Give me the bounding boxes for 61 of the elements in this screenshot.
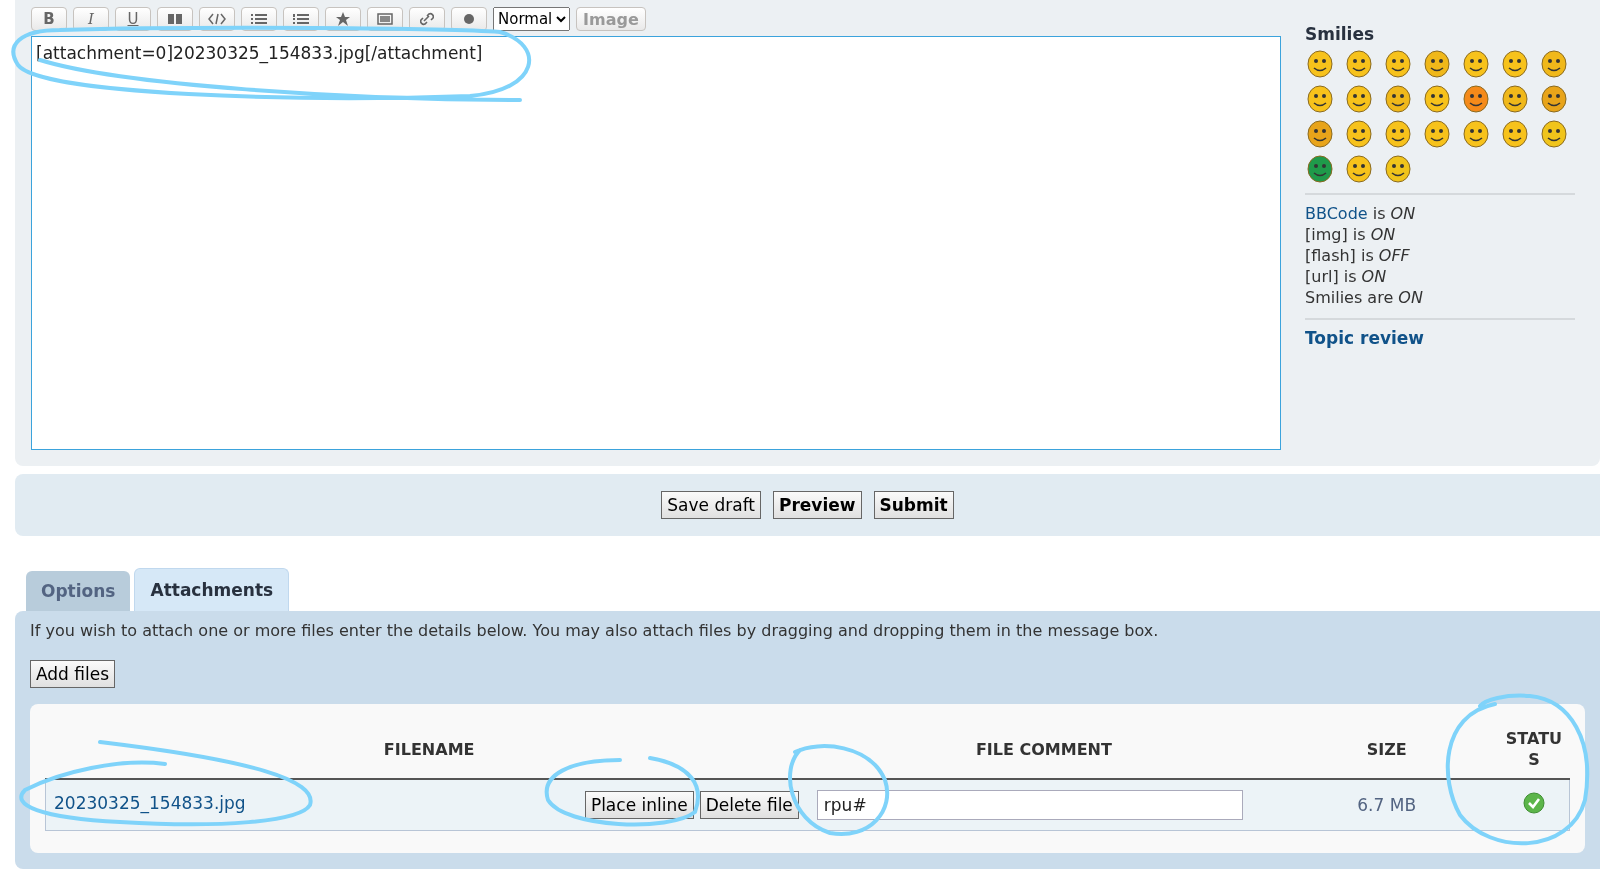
form-button[interactable]: Save draft xyxy=(661,491,761,519)
code-icon xyxy=(208,13,226,25)
add-files-button[interactable]: Add files xyxy=(30,660,116,688)
smiley-icon[interactable] xyxy=(1502,85,1528,113)
smiley-icon[interactable] xyxy=(1385,120,1411,148)
bold-button[interactable]: B xyxy=(31,7,67,31)
smiley-icon[interactable] xyxy=(1307,85,1333,113)
attachments-description: If you wish to attach one or more files enter the details below. You may also attach files by dragging and dropping them in the message box. xyxy=(30,621,1160,640)
setting-status: [url] is ON xyxy=(1305,267,1387,286)
smiley-icon[interactable] xyxy=(1424,120,1450,148)
smiley-icon[interactable] xyxy=(1463,120,1489,148)
smiley-icon[interactable] xyxy=(1307,155,1333,183)
smiley-icon[interactable] xyxy=(1307,50,1333,78)
dot-icon xyxy=(463,13,475,25)
smilies-heading: Smilies xyxy=(1305,24,1376,44)
tab[interactable]: Attachments xyxy=(134,568,290,611)
smiley-icon[interactable] xyxy=(1307,120,1333,148)
smiley-icon[interactable] xyxy=(1541,120,1567,148)
filename-link[interactable]: 20230325_154833.jpg xyxy=(54,793,246,813)
smiley-icon[interactable] xyxy=(1346,120,1372,148)
setting-status: [img] is ON xyxy=(1305,225,1396,244)
delete-file-button[interactable]: Delete file xyxy=(699,791,799,819)
numbered-list-icon xyxy=(292,13,310,25)
smiley-icon[interactable] xyxy=(1502,50,1528,78)
form-button[interactable]: Preview xyxy=(773,491,862,519)
column-header: FILENAME xyxy=(383,739,475,759)
smiley-icon[interactable] xyxy=(1463,85,1489,113)
setting-status: is ON xyxy=(1371,204,1416,223)
list-icon xyxy=(250,13,268,25)
column-header: FILE COMMENT xyxy=(975,739,1112,759)
smiley-icon[interactable] xyxy=(1346,85,1372,113)
smiley-icon[interactable] xyxy=(1502,120,1528,148)
quote-icon xyxy=(167,13,183,25)
success-check-icon xyxy=(1522,792,1545,814)
smiley-icon[interactable] xyxy=(1541,50,1567,78)
color-button[interactable] xyxy=(451,7,487,31)
form-button[interactable]: Submit xyxy=(873,491,954,519)
smiley-icon[interactable] xyxy=(1346,155,1372,183)
setting-status: Smilies are ON xyxy=(1305,288,1423,307)
setting-status: [flash] is OFF xyxy=(1305,246,1410,265)
smiley-icon[interactable] xyxy=(1385,155,1411,183)
smiley-icon[interactable] xyxy=(1463,50,1489,78)
bbcode-link[interactable]: BBCode xyxy=(1305,204,1368,223)
link-icon xyxy=(420,12,434,26)
topic-review-link[interactable]: Topic review xyxy=(1305,328,1425,348)
file-size: 6.7 MB xyxy=(1357,795,1417,815)
image-icon xyxy=(377,13,393,25)
smiley-icon[interactable] xyxy=(1385,50,1411,78)
smiley-icon[interactable] xyxy=(1424,85,1450,113)
column-header: STATUS xyxy=(1504,728,1564,770)
smiley-icon[interactable] xyxy=(1385,85,1411,113)
smiley-icon[interactable] xyxy=(1346,50,1372,78)
smiley-icon[interactable] xyxy=(1424,50,1450,78)
star-icon xyxy=(336,12,350,26)
place-inline-button[interactable]: Place inline xyxy=(584,791,694,819)
font-size-select[interactable]: Normal xyxy=(493,7,570,31)
tab[interactable]: Options xyxy=(26,571,131,611)
file-comment-field[interactable]: rpu# xyxy=(816,790,1243,820)
message-textarea[interactable]: [attachment=0]20230325_154833.jpg[/attachment] xyxy=(31,36,1281,450)
column-header: SIZE xyxy=(1366,739,1407,759)
smiley-icon[interactable] xyxy=(1541,85,1567,113)
